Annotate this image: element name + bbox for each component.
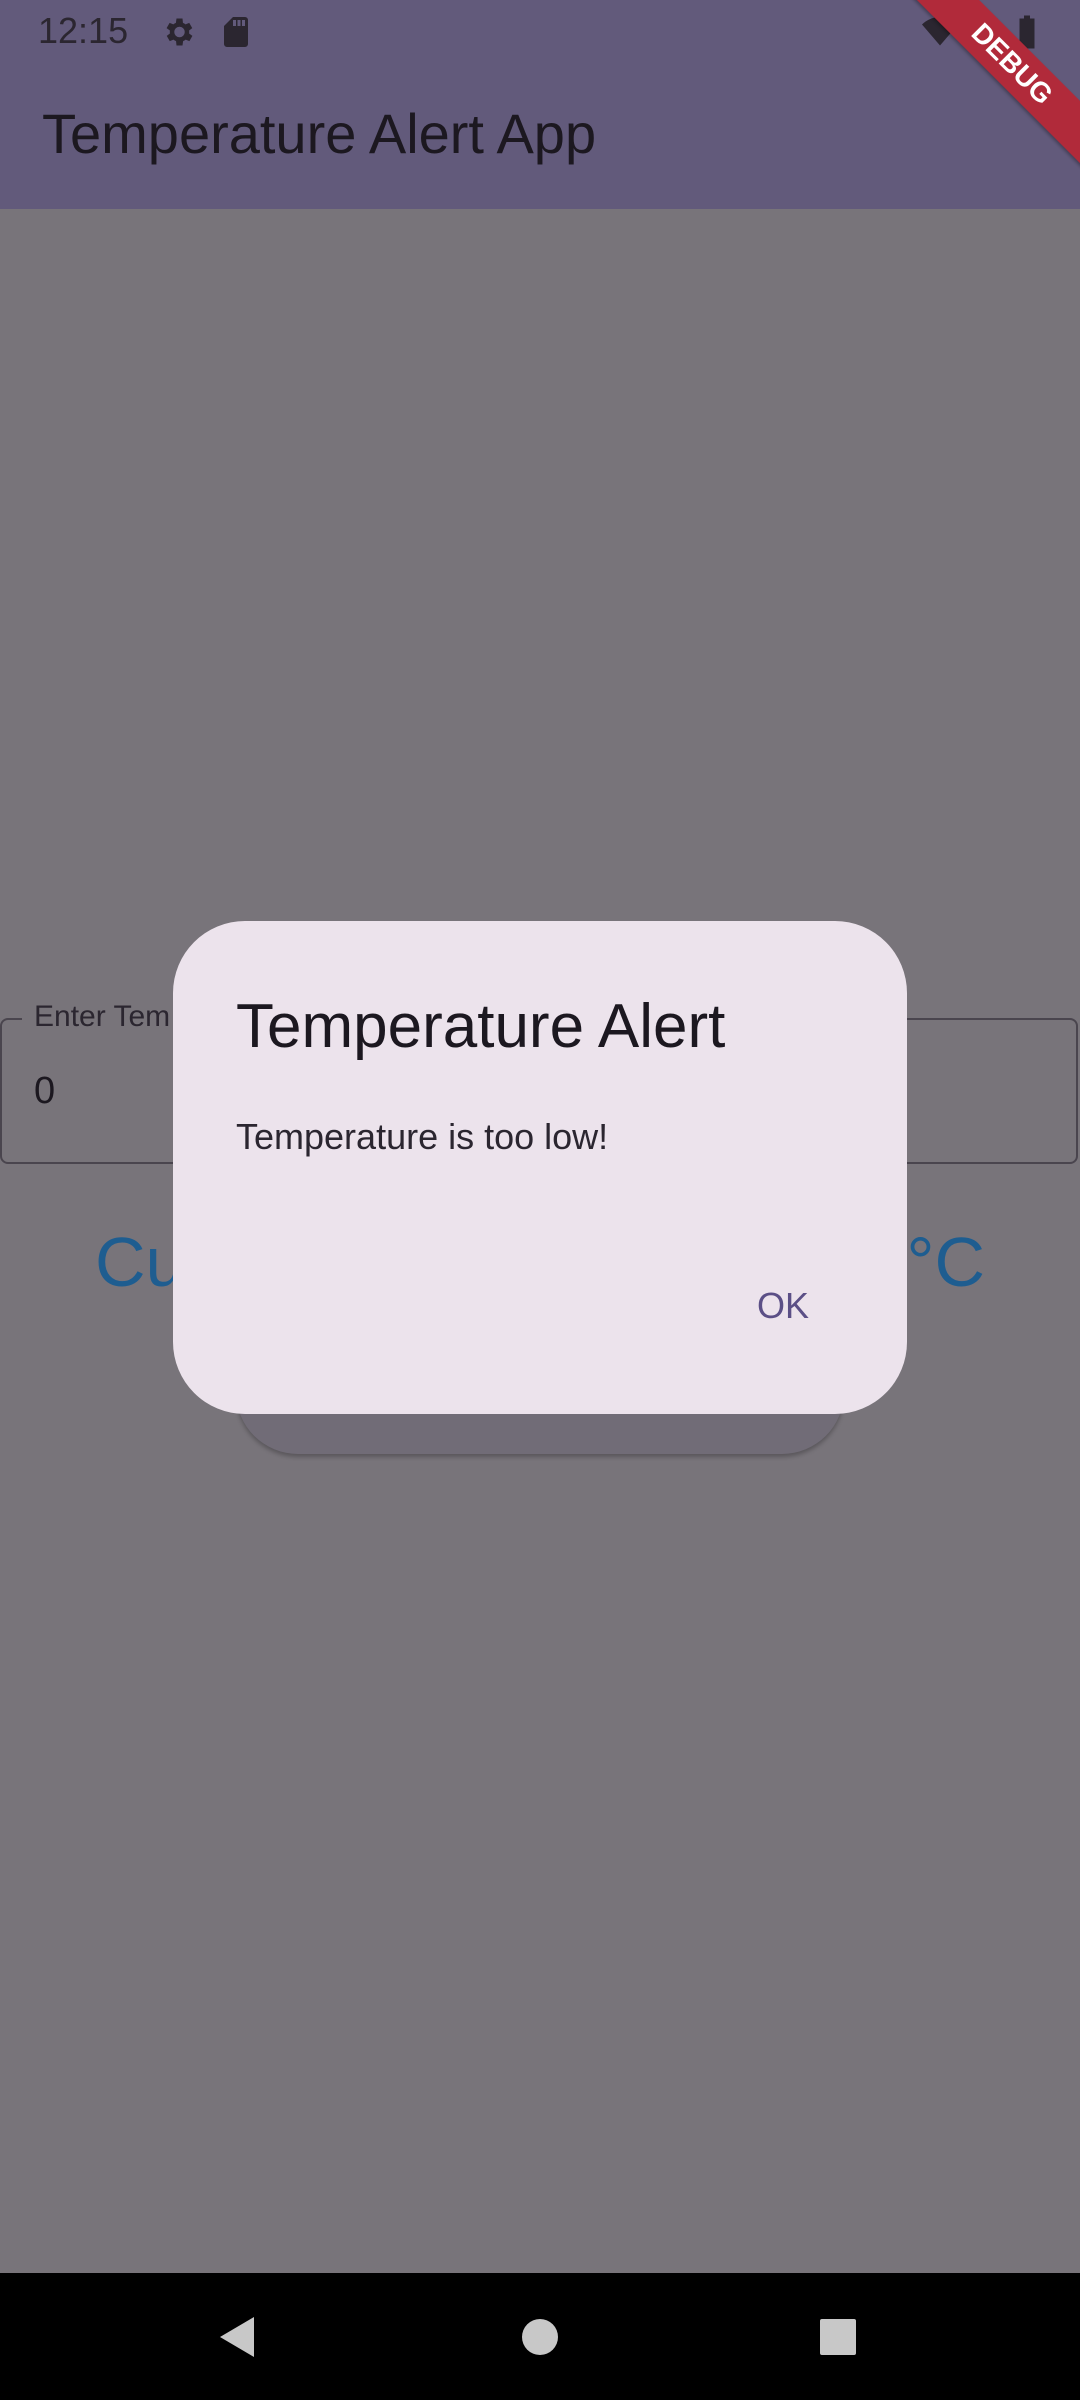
app-bar: Temperature Alert App (0, 63, 1080, 209)
current-temperature-suffix: °C (906, 1223, 985, 1301)
navigation-bar (0, 2273, 1080, 2400)
alert-dialog: Temperature Alert Temperature is too low… (173, 921, 907, 1414)
status-bar: 12:15 (0, 0, 1080, 63)
sd-card-icon (218, 14, 254, 55)
ok-button[interactable]: OK (713, 1261, 853, 1351)
dialog-title: Temperature Alert (236, 992, 726, 1061)
current-temperature-prefix: Cu (95, 1223, 185, 1301)
recents-icon[interactable] (778, 2273, 898, 2400)
home-icon[interactable] (480, 2273, 600, 2400)
gear-icon (160, 14, 196, 55)
back-icon[interactable] (178, 2273, 298, 2400)
temperature-input-label: Enter Tem (22, 1000, 183, 1034)
dialog-message: Temperature is too low! (236, 1116, 609, 1157)
app-bar-title: Temperature Alert App (42, 102, 597, 165)
status-time: 12:15 (38, 10, 129, 51)
temperature-input-value[interactable]: 0 (34, 1070, 55, 1113)
